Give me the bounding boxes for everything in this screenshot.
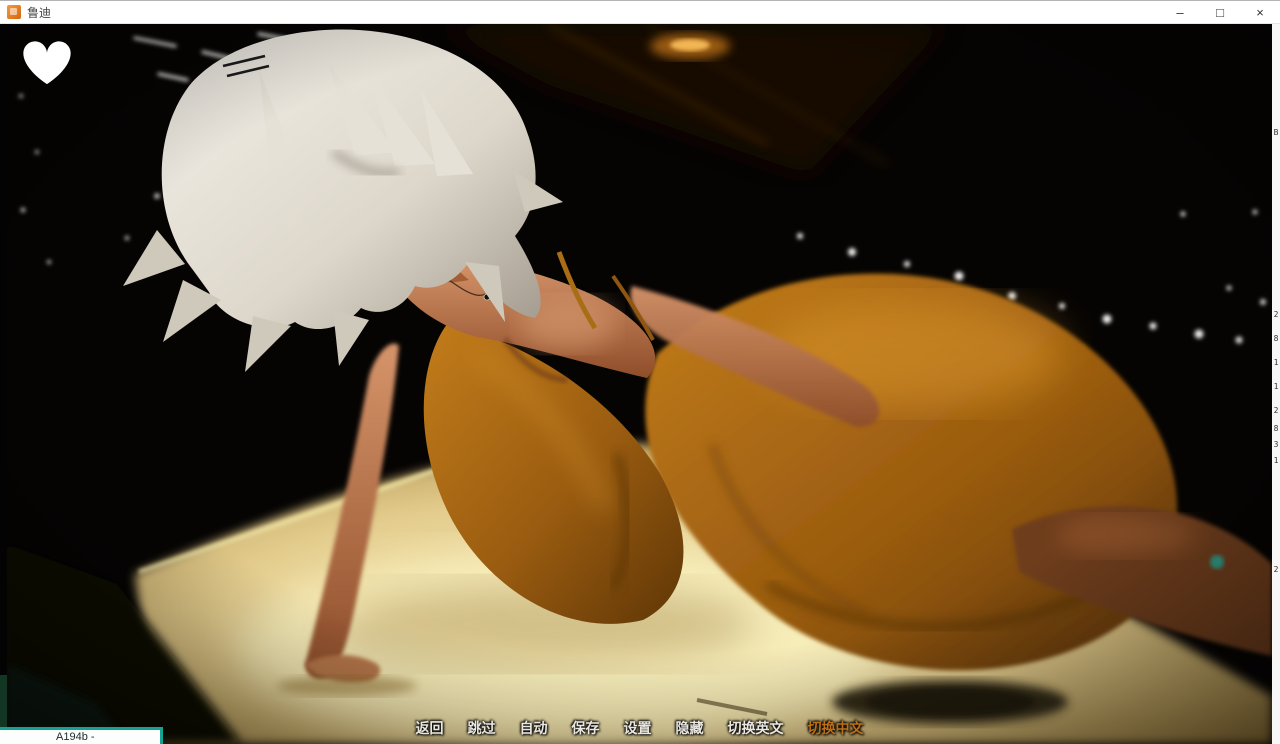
- edge-char: 8: [1272, 424, 1280, 433]
- menu-auto[interactable]: 自动: [520, 718, 548, 738]
- window-title: 鲁迪: [27, 4, 51, 21]
- app-icon: [7, 5, 21, 19]
- background-window-left-edge: [0, 24, 7, 744]
- background-window-right-edge: B 2 8 1 1 2 8 3 1 2: [1272, 24, 1280, 744]
- menu-skip[interactable]: 跳过: [468, 718, 496, 738]
- menu-save[interactable]: 保存: [572, 718, 600, 738]
- minimize-button[interactable]: –: [1160, 1, 1200, 23]
- edge-char: 8: [1272, 334, 1280, 343]
- window-titlebar[interactable]: 鲁迪 – □ ×: [0, 0, 1280, 24]
- scene-illustration: [7, 24, 1272, 744]
- edge-char: 1: [1272, 358, 1280, 367]
- background-window-green-segment: [0, 675, 7, 727]
- edge-char: 3: [1272, 440, 1280, 449]
- edge-char: 1: [1272, 456, 1280, 465]
- maximize-button[interactable]: □: [1200, 1, 1240, 23]
- edge-char: 2: [1272, 310, 1280, 319]
- menu-switch-english[interactable]: 切换英文: [728, 718, 784, 738]
- heart-icon: [18, 36, 76, 88]
- vignette: [7, 24, 1272, 744]
- menu-settings[interactable]: 设置: [624, 718, 652, 738]
- menu-switch-chinese[interactable]: 切换中文: [808, 718, 864, 738]
- edge-char: 2: [1272, 406, 1280, 415]
- cell-reference-text: A194b -: [0, 731, 95, 743]
- edge-char: B: [1272, 128, 1280, 137]
- menu-return[interactable]: 返回: [416, 718, 444, 738]
- edge-char: 1: [1272, 382, 1280, 391]
- background-window-bottom-left[interactable]: A194b -: [0, 727, 163, 744]
- edge-char: 2: [1272, 565, 1280, 574]
- game-viewport[interactable]: 返回 跳过 自动 保存 设置 隐藏 切换英文 切换中文: [7, 24, 1272, 744]
- quick-menu: 返回 跳过 自动 保存 设置 隐藏 切换英文 切换中文: [7, 718, 1272, 738]
- close-button[interactable]: ×: [1240, 1, 1280, 23]
- window-controls: – □ ×: [1160, 1, 1280, 23]
- menu-hide[interactable]: 隐藏: [676, 718, 704, 738]
